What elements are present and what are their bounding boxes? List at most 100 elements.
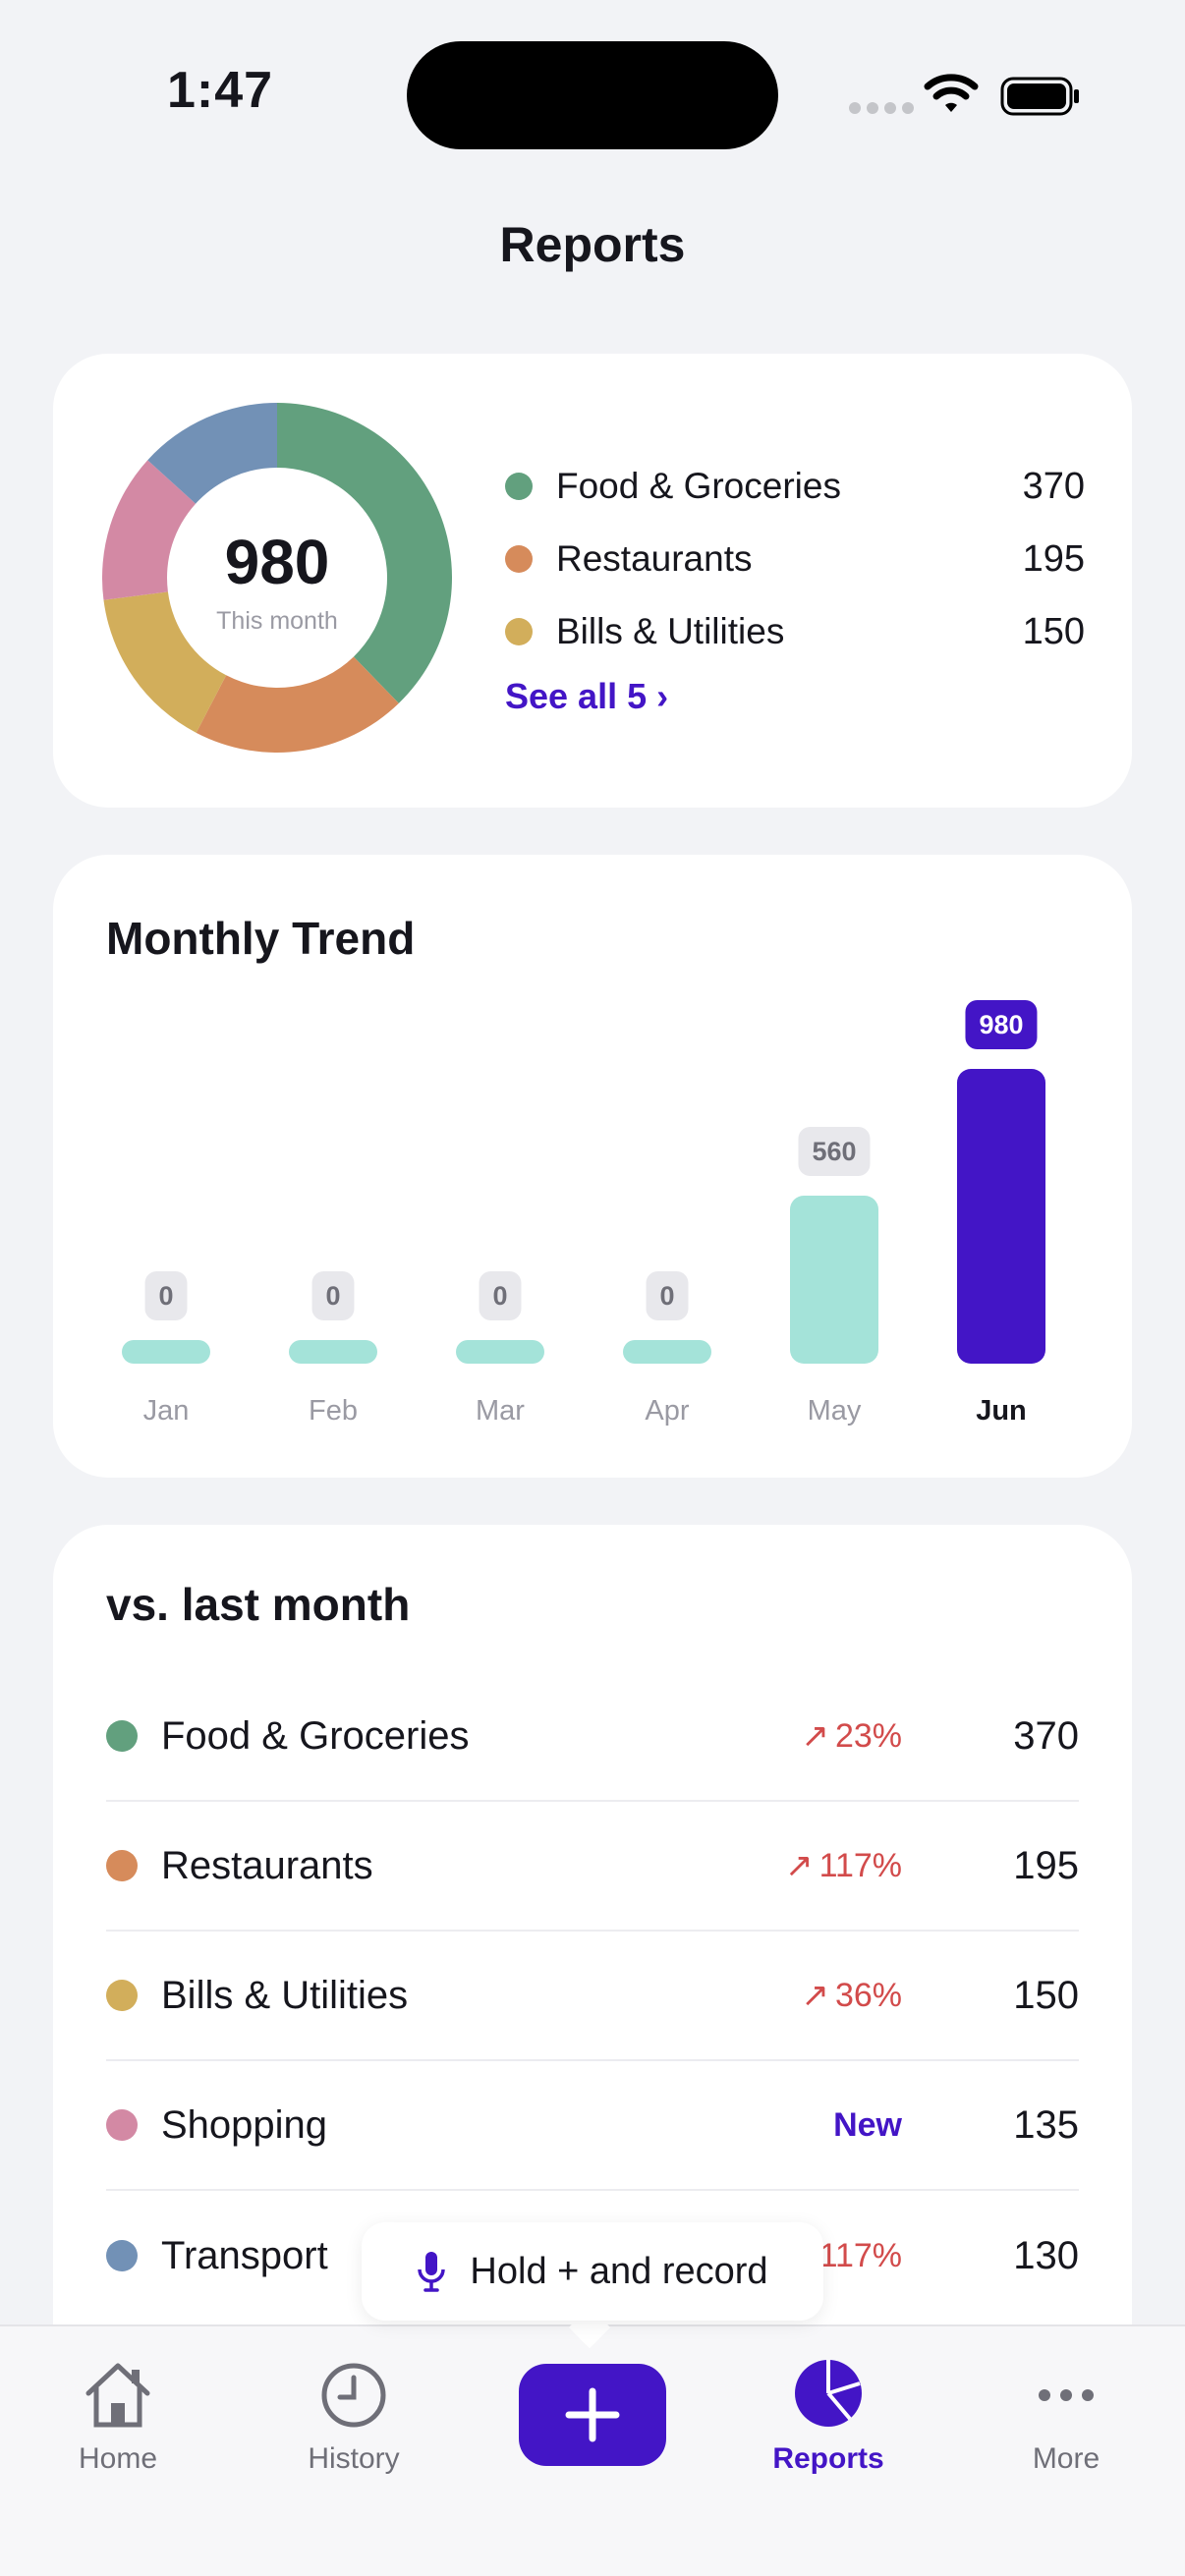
legend-value: 195	[1022, 537, 1085, 580]
battery-icon	[1000, 77, 1079, 116]
record-hint-tooltip: Hold + and record	[362, 2222, 823, 2321]
tab-reports[interactable]: Reports	[745, 2356, 912, 2476]
status-time: 1:47	[167, 62, 274, 119]
category-summary-card: 980 This month Food & Groceries 370 Rest…	[53, 354, 1132, 808]
category-color-dot	[106, 2240, 138, 2271]
change-indicator: ↗ 36%	[801, 1976, 902, 2015]
bar	[623, 1340, 711, 1364]
bar-month-label: Feb	[309, 1395, 358, 1427]
comparison-row[interactable]: Bills & Utilities ↗ 36% 150	[106, 1932, 1079, 2061]
category-amount: 150	[1013, 1973, 1079, 2017]
category-color-dot	[106, 1720, 138, 1752]
bar-value-label: 560	[798, 1126, 871, 1176]
arrow-up-right-icon: ↗	[801, 1717, 829, 1755]
legend-item: Bills & Utilities 150	[505, 595, 1085, 668]
add-expense-button[interactable]	[519, 2364, 666, 2466]
comparison-row[interactable]: Shopping New 135	[106, 2061, 1079, 2191]
more-icon	[1039, 2389, 1094, 2401]
tab-label: Reports	[772, 2442, 884, 2475]
legend-color-dot	[505, 618, 533, 645]
plus-icon	[565, 2387, 620, 2442]
change-indicator: ↗ 23%	[801, 1716, 902, 1756]
category-label: Restaurants	[161, 1843, 373, 1887]
bar-value-label: 0	[311, 1271, 355, 1320]
bar-month-label: May	[807, 1395, 862, 1427]
bar-column-jan[interactable]: 0 Jan	[122, 1002, 210, 1434]
category-amount: 195	[1013, 1843, 1079, 1887]
category-label: Food & Groceries	[161, 1713, 470, 1758]
monthly-trend-card: Monthly Trend 0 Jan 0 Feb 0 Mar 0 Apr 560 May 980 J…	[53, 855, 1132, 1478]
tab-history[interactable]: History	[270, 2356, 437, 2476]
tab-more[interactable]: More	[983, 2356, 1150, 2476]
legend-label: Food & Groceries	[556, 466, 841, 506]
tooltip-text: Hold + and record	[470, 2250, 768, 2292]
comparison-row[interactable]: Food & Groceries ↗ 23% 370	[106, 1672, 1079, 1802]
bar-value-label: 0	[144, 1271, 188, 1320]
category-label: Shopping	[161, 2102, 328, 2147]
page-title: Reports	[499, 217, 686, 272]
bar-column-may[interactable]: 560 May	[790, 1002, 878, 1434]
category-color-dot	[106, 1850, 138, 1881]
legend-label: Restaurants	[556, 538, 753, 579]
category-label: Bills & Utilities	[161, 1973, 409, 2017]
change-percent: 117%	[818, 1846, 902, 1884]
category-amount: 135	[1013, 2102, 1079, 2147]
bar-column-jun[interactable]: 980 Jun	[957, 1000, 1045, 1434]
donut-center: 980 This month	[102, 531, 452, 636]
bar-value-label: 980	[965, 1000, 1038, 1049]
comparison-title: vs. last month	[106, 1579, 411, 1630]
new-badge: New	[833, 2105, 902, 2144]
legend-color-dot	[505, 545, 533, 573]
donut-legend: Food & Groceries 370 Restaurants 195 Bil…	[505, 450, 1085, 717]
dynamic-island	[407, 41, 778, 149]
legend-value: 370	[1022, 465, 1085, 507]
bar-value-label: 0	[646, 1271, 689, 1320]
bar-column-apr[interactable]: 0 Apr	[623, 1002, 711, 1434]
wifi-icon	[924, 74, 979, 112]
legend-value: 150	[1022, 610, 1085, 652]
category-color-dot	[106, 2109, 138, 2141]
signal-icon	[849, 102, 914, 114]
microphone-icon	[418, 2252, 446, 2292]
bar	[957, 1069, 1045, 1364]
bar-month-label: Jan	[142, 1395, 190, 1427]
clock-icon	[321, 2363, 386, 2428]
month-total: 980	[224, 527, 330, 597]
change-percent: 23%	[834, 1716, 902, 1755]
arrow-up-right-icon: ↗	[785, 1847, 814, 1884]
bar	[289, 1340, 377, 1364]
pie-chart-icon	[795, 2360, 862, 2427]
bar	[456, 1340, 544, 1364]
month-total-label: This month	[216, 607, 338, 635]
legend-color-dot	[505, 473, 533, 500]
status-bar: 1:47	[0, 0, 1185, 187]
comparison-row[interactable]: Restaurants ↗ 117% 195	[106, 1802, 1079, 1932]
change-indicator: ↗117%	[785, 1846, 902, 1885]
category-amount: 130	[1013, 2233, 1079, 2277]
bar-column-feb[interactable]: 0 Feb	[289, 1002, 377, 1434]
tab-home[interactable]: Home	[34, 2356, 201, 2476]
bar-month-label: Mar	[476, 1395, 525, 1427]
tab-bar: Home History Reports More	[0, 2324, 1185, 2576]
bar-month-label: Apr	[645, 1395, 690, 1427]
category-color-dot	[106, 1980, 138, 2011]
bar-column-mar[interactable]: 0 Mar	[456, 1002, 544, 1434]
bar	[790, 1195, 878, 1364]
bar	[122, 1340, 210, 1364]
legend-label: Bills & Utilities	[556, 611, 785, 651]
category-amount: 370	[1013, 1713, 1079, 1758]
bar-value-label: 0	[479, 1271, 522, 1320]
arrow-up-right-icon: ↗	[801, 1977, 829, 2014]
monthly-trend-chart: 0 Jan 0 Feb 0 Mar 0 Apr 560 May 980 Jun	[122, 1000, 1104, 1434]
change-percent: 36%	[834, 1976, 902, 2014]
tab-label: Home	[78, 2442, 158, 2475]
bar-month-label: Jun	[976, 1395, 1027, 1427]
trend-title: Monthly Trend	[106, 913, 416, 964]
change-percent: 117%	[818, 2236, 902, 2274]
tab-label: History	[308, 2442, 400, 2475]
tab-label: More	[1032, 2442, 1100, 2475]
legend-item: Food & Groceries 370	[505, 450, 1085, 523]
see-all-link[interactable]: See all 5 ›	[505, 676, 1085, 717]
home-icon	[85, 2363, 150, 2428]
legend-item: Restaurants 195	[505, 523, 1085, 595]
